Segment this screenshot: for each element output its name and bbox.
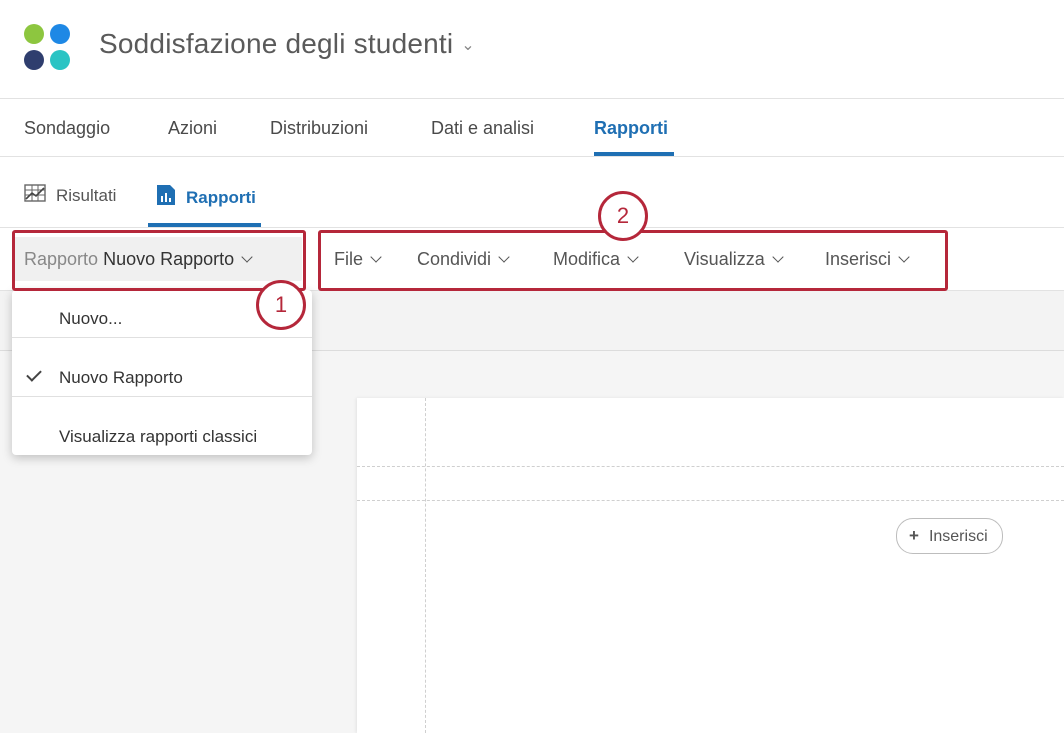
- page-margin-guide: [425, 398, 426, 733]
- menu-divider: [12, 337, 312, 338]
- sub-nav: Risultati Rapporti: [0, 157, 1064, 228]
- results-chart-icon: [24, 184, 46, 207]
- chevron-down-icon: [370, 251, 382, 263]
- subtab-risultati-label: Risultati: [56, 185, 117, 205]
- project-title: Soddisfazione degli studenti: [99, 28, 454, 59]
- tab-distribuzioni[interactable]: Distribuzioni: [270, 118, 368, 139]
- report-toolbar: Rapporto Nuovo Rapporto File Condividi M…: [0, 228, 1064, 291]
- header-guide: [357, 466, 1064, 467]
- chevron-down-icon: ⌄: [461, 37, 475, 54]
- active-subtab-indicator: [148, 223, 261, 227]
- callout-badge-2: 2: [598, 191, 648, 241]
- main-nav: Sondaggio Azioni Distribuzioni Dati e an…: [0, 99, 1064, 157]
- app-header: Soddisfazione degli studenti ⌄: [0, 0, 1064, 99]
- report-prefix: Rapporto: [24, 249, 99, 269]
- content-guide: [357, 500, 1064, 501]
- project-title-dropdown[interactable]: Soddisfazione degli studenti ⌄: [99, 28, 475, 60]
- menu-modifica[interactable]: Modifica: [553, 249, 639, 270]
- chevron-down-icon: [772, 251, 784, 263]
- chevron-down-icon: [241, 251, 253, 263]
- tab-rapporti[interactable]: Rapporti: [594, 118, 668, 139]
- menu-condividi[interactable]: Condividi: [417, 249, 510, 270]
- qualtrics-logo-icon[interactable]: [24, 24, 72, 72]
- report-selector-dropdown[interactable]: Rapporto Nuovo Rapporto: [14, 237, 302, 281]
- menu-visualizza[interactable]: Visualizza: [684, 249, 784, 270]
- menu-divider: [12, 396, 312, 397]
- plus-icon: +: [909, 526, 919, 545]
- active-tab-indicator: [594, 152, 674, 156]
- tab-azioni[interactable]: Azioni: [168, 118, 217, 139]
- chevron-down-icon: [898, 251, 910, 263]
- menu-item-nuovo-rapporto[interactable]: Nuovo Rapporto: [12, 349, 312, 407]
- menu-inserisci[interactable]: Inserisci: [825, 249, 910, 270]
- subtab-rapporti[interactable]: Rapporti: [156, 184, 256, 211]
- subtab-risultati[interactable]: Risultati: [24, 184, 116, 207]
- report-name: Nuovo Rapporto: [103, 249, 235, 269]
- insert-button-label: Inserisci: [928, 528, 988, 545]
- checkmark-icon: [26, 366, 42, 382]
- chevron-down-icon: [627, 251, 639, 263]
- tab-dati-e-analisi[interactable]: Dati e analisi: [431, 118, 534, 139]
- report-bar-chart-icon: [156, 184, 176, 211]
- subtab-rapporti-label: Rapporti: [186, 187, 256, 207]
- menu-item-visualizza-rapporti-classici[interactable]: Visualizza rapporti classici: [12, 408, 312, 466]
- tab-sondaggio[interactable]: Sondaggio: [24, 118, 110, 139]
- callout-badge-1: 1: [256, 280, 306, 330]
- insert-button[interactable]: + Inserisci: [896, 518, 1003, 554]
- menu-file[interactable]: File: [334, 249, 382, 270]
- report-canvas[interactable]: + Inserisci: [357, 398, 1064, 733]
- chevron-down-icon: [498, 251, 510, 263]
